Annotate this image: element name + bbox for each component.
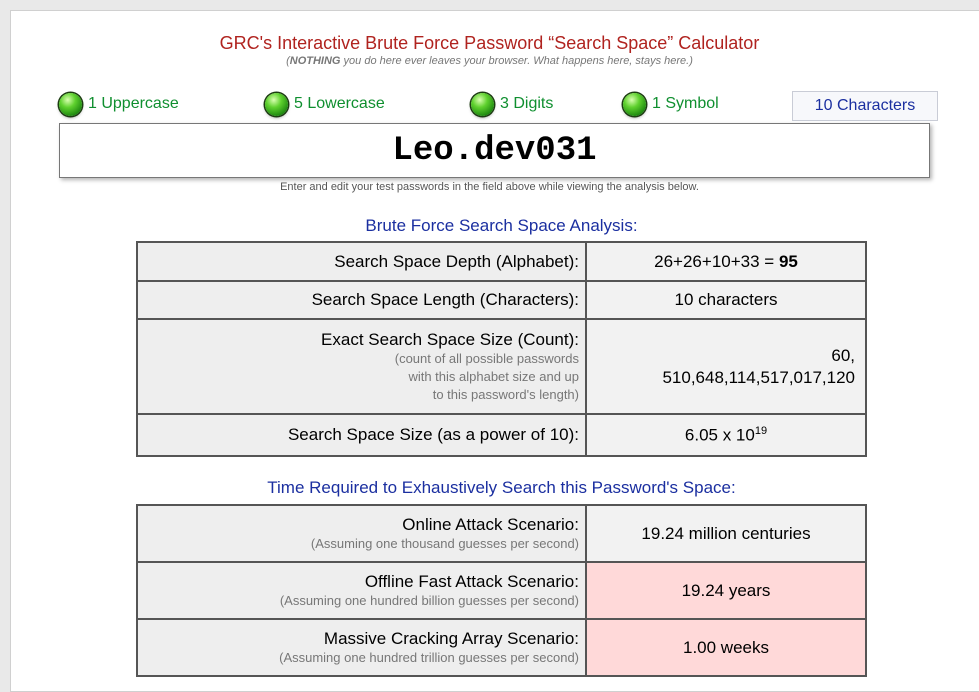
table-row: Search Space Length (Characters): 10 cha… [136, 280, 867, 320]
massive-label: Massive Cracking Array Scenario: [323, 628, 579, 648]
length-value: 10 characters [585, 280, 867, 320]
time-heading: Time Required to Exhaustively Search thi… [267, 478, 736, 497]
length-label: Search Space Length (Characters): [136, 280, 587, 320]
online-note: (Assuming one thousand guesses per secon… [310, 535, 579, 551]
table-row: Search Space Size (as a power of 10): 6.… [136, 413, 867, 457]
green-light-icon [265, 92, 288, 116]
power-base: 6.05 x 10 [684, 425, 755, 445]
exact-note-line-3: to this password's length) [432, 386, 579, 402]
analysis-table: Search Space Depth (Alphabet): 26+26+10+… [136, 241, 867, 457]
depth-value: 26+26+10+33 = 95 [585, 241, 867, 282]
green-light-icon [59, 92, 82, 116]
indicator-uppercase-label: 1 Uppercase [88, 95, 179, 112]
massive-note: (Assuming one hundred trillion guesses p… [279, 649, 579, 665]
page-subtitle: (NOTHING you do here ever leaves your br… [286, 55, 693, 67]
indicator-lowercase-label: 5 Lowercase [294, 95, 385, 112]
password-input[interactable]: Leo.dev031 [59, 123, 930, 178]
offline-label: Offline Fast Attack Scenario: [364, 571, 579, 591]
depth-label: Search Space Depth (Alphabet): [136, 241, 587, 282]
analysis-heading: Brute Force Search Space Analysis: [365, 216, 638, 235]
depth-total: 95 [778, 251, 798, 271]
subtitle-text: you do here ever leaves your browser. Wh… [340, 55, 693, 67]
subtitle-emphasis: NOTHING [289, 55, 341, 67]
table-row: Exact Search Space Size (Count): (count … [136, 318, 867, 415]
exact-value-cell: 60, 510,648,114,517,017,120 [585, 318, 867, 415]
massive-value: 1.00 weeks [585, 618, 867, 677]
green-light-icon [471, 92, 494, 116]
indicator-digits: 3 Digits [471, 89, 553, 119]
power-value: 6.05 x 1019 [585, 413, 867, 457]
table-row: Offline Fast Attack Scenario: (Assuming … [136, 561, 867, 620]
exact-note-line-2: with this alphabet size and up [408, 368, 579, 384]
page-title: GRC's Interactive Brute Force Password “… [219, 33, 760, 53]
exact-value-line-2: 510,648,114,517,017,120 [662, 367, 855, 387]
offline-note: (Assuming one hundred billion guesses pe… [279, 592, 579, 608]
exact-label-cell: Exact Search Space Size (Count): (count … [136, 318, 587, 415]
indicator-symbol: 1 Symbol [623, 89, 719, 119]
indicator-uppercase: 1 Uppercase [59, 89, 179, 119]
offline-label-cell: Offline Fast Attack Scenario: (Assuming … [136, 561, 587, 620]
online-label-cell: Online Attack Scenario: (Assuming one th… [136, 504, 587, 563]
indicator-digits-label: 3 Digits [500, 95, 554, 112]
power-label: Search Space Size (as a power of 10): [136, 413, 587, 457]
time-table: Online Attack Scenario: (Assuming one th… [136, 504, 867, 677]
green-light-icon [623, 92, 646, 116]
indicator-symbol-label: 1 Symbol [652, 95, 719, 112]
character-count-badge: 10 Characters [792, 91, 938, 121]
exact-label: Exact Search Space Size (Count): [321, 329, 579, 349]
table-row: Search Space Depth (Alphabet): 26+26+10+… [136, 241, 867, 282]
online-value: 19.24 million centuries [585, 504, 867, 563]
online-label: Online Attack Scenario: [402, 514, 579, 534]
offline-value: 19.24 years [585, 561, 867, 620]
exact-note-line-1: (count of all possible passwords [394, 350, 579, 366]
password-input-value: Leo.dev031 [392, 131, 597, 170]
table-row: Online Attack Scenario: (Assuming one th… [136, 504, 867, 563]
exact-value-line-1: 60, [831, 345, 855, 365]
password-hint: Enter and edit your test passwords in th… [280, 181, 699, 193]
massive-label-cell: Massive Cracking Array Scenario: (Assumi… [136, 618, 587, 677]
depth-formula: 26+26+10+33 = [654, 251, 779, 271]
indicator-lowercase: 5 Lowercase [265, 89, 385, 119]
table-row: Massive Cracking Array Scenario: (Assumi… [136, 618, 867, 677]
power-exponent: 19 [754, 424, 768, 437]
